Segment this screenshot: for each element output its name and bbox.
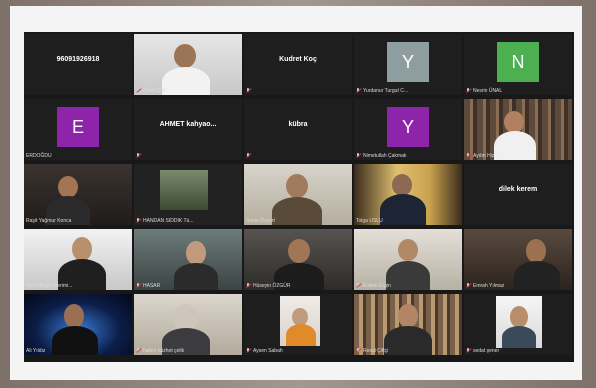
participant-name: 96091926918	[56, 56, 100, 63]
participant-tile-active-speaker[interactable]: Sinan Özyurt	[244, 164, 352, 225]
participant-video	[354, 294, 462, 355]
muted-mic-icon	[466, 153, 471, 159]
participant-tile[interactable]: Suhal Bağcı/Verimi...	[24, 229, 132, 290]
muted-mic-icon	[356, 153, 361, 159]
participant-name: Aysen Sabah	[253, 348, 283, 354]
muted-mic-icon	[356, 283, 361, 289]
avatar: E	[57, 107, 99, 147]
participant-tile[interactable]: HASAR	[134, 229, 242, 290]
participant-name: Tolga USLU	[356, 218, 383, 224]
participant-tile[interactable]: 96091926918	[24, 34, 132, 95]
participant-video	[134, 164, 242, 225]
participant-video	[464, 229, 572, 290]
participant-tile[interactable]: Aysen Sabah	[244, 294, 352, 355]
participant-tile[interactable]: kübra	[244, 99, 352, 160]
muted-mic-icon	[136, 283, 141, 289]
participant-tile[interactable]: AHMET kahyao...	[134, 99, 242, 160]
participant-name: dilek kerem	[498, 186, 538, 193]
muted-mic-icon	[466, 283, 471, 289]
participant-tile[interactable]: sedat şener	[464, 294, 572, 355]
participant-name: ERDOĞDU	[26, 153, 52, 159]
participant-tile[interactable]: Tolga USLU	[354, 164, 462, 225]
participant-tile[interactable]: Aydın Hiz...	[464, 99, 572, 160]
muted-mic-icon	[466, 88, 471, 94]
participant-video	[244, 229, 352, 290]
participant-name: Ali Yıldız	[26, 348, 46, 354]
participant-video	[464, 294, 572, 355]
participant-video	[354, 229, 462, 290]
participant-name: Nesrin ÜNAL	[473, 88, 503, 94]
participant-tile[interactable]: Ali Yıldız	[24, 294, 132, 355]
participant-video	[244, 294, 352, 355]
participant-name: kübra	[288, 121, 308, 128]
participant-tile[interactable]: Y Nimetullah Çakmak	[354, 99, 462, 160]
participant-tile[interactable]: Emrah Yılmaz	[464, 229, 572, 290]
participant-video	[24, 164, 132, 225]
muted-mic-icon	[356, 88, 361, 94]
avatar: N	[497, 42, 539, 82]
participant-name: Emrah Yılmaz	[473, 283, 505, 289]
participant-name: HASAR	[143, 283, 161, 289]
video-call-grid: 96091926918 Ömer Cirit Kudret Koç Y Yurd…	[24, 32, 574, 362]
participant-name: HANDAN SIDDIK Tü...	[143, 218, 194, 224]
participant-name: Raşit Yağmur Konca	[26, 218, 72, 224]
participant-tile[interactable]: Y Yurdanur Turgut C...	[354, 34, 462, 95]
participant-video	[464, 99, 572, 160]
participant-tile[interactable]: E ERDOĞDU	[24, 99, 132, 160]
participant-name: AHMET kahyao...	[159, 121, 217, 128]
participant-video	[134, 34, 242, 95]
photo-frame: 96091926918 Ömer Cirit Kudret Koç Y Yurd…	[0, 0, 596, 388]
participant-tile[interactable]: Hüseyin ÖZGÜR	[244, 229, 352, 290]
muted-mic-icon	[246, 348, 251, 354]
muted-mic-icon	[246, 283, 251, 289]
participant-video	[354, 164, 462, 225]
participant-name: Sinan Özyurt	[246, 218, 275, 224]
muted-mic-icon	[136, 218, 141, 224]
participant-video	[134, 294, 242, 355]
participant-name: Aydın Hiz...	[473, 153, 499, 159]
muted-mic-icon	[466, 348, 471, 354]
participant-name: Hüseyin ÖZGÜR	[253, 283, 291, 289]
muted-mic-icon	[136, 348, 141, 354]
participant-tile[interactable]: Kudret Koç	[244, 34, 352, 95]
avatar: Y	[387, 42, 429, 82]
participant-video	[244, 164, 352, 225]
participant-name: Erdem Ergin	[363, 283, 391, 289]
muted-mic-icon	[246, 153, 251, 159]
participant-name: Ömer Cirit	[143, 88, 166, 94]
participant-name: Resul Çiftçi	[363, 348, 389, 354]
muted-mic-icon	[136, 153, 141, 159]
participant-tile[interactable]: Ömer Cirit	[134, 34, 242, 95]
muted-mic-icon	[246, 88, 251, 94]
participant-video	[24, 294, 132, 355]
participant-name: sedat şener	[473, 348, 500, 354]
avatar: Y	[387, 107, 429, 147]
participant-name: hatice nüzhet çelik	[143, 348, 185, 354]
participant-name: Nimetullah Çakmak	[363, 153, 407, 159]
muted-mic-icon	[136, 88, 141, 94]
participant-video	[24, 229, 132, 290]
participant-tile[interactable]: Resul Çiftçi	[354, 294, 462, 355]
participant-tile[interactable]: dilek kerem	[464, 164, 572, 225]
monitor-screen: 96091926918 Ömer Cirit Kudret Koç Y Yurd…	[10, 6, 582, 380]
participant-name: Kudret Koç	[279, 56, 317, 63]
participant-tile[interactable]: HANDAN SIDDIK Tü...	[134, 164, 242, 225]
participant-name: Yurdanur Turgut C...	[363, 88, 409, 94]
participant-tile[interactable]: hatice nüzhet çelik	[134, 294, 242, 355]
participant-name: Suhal Bağcı/Verimi...	[26, 283, 73, 289]
participant-video	[134, 229, 242, 290]
muted-mic-icon	[356, 348, 361, 354]
participant-tile[interactable]: Raşit Yağmur Konca	[24, 164, 132, 225]
participant-tile[interactable]: N Nesrin ÜNAL	[464, 34, 572, 95]
participant-tile[interactable]: Erdem Ergin	[354, 229, 462, 290]
